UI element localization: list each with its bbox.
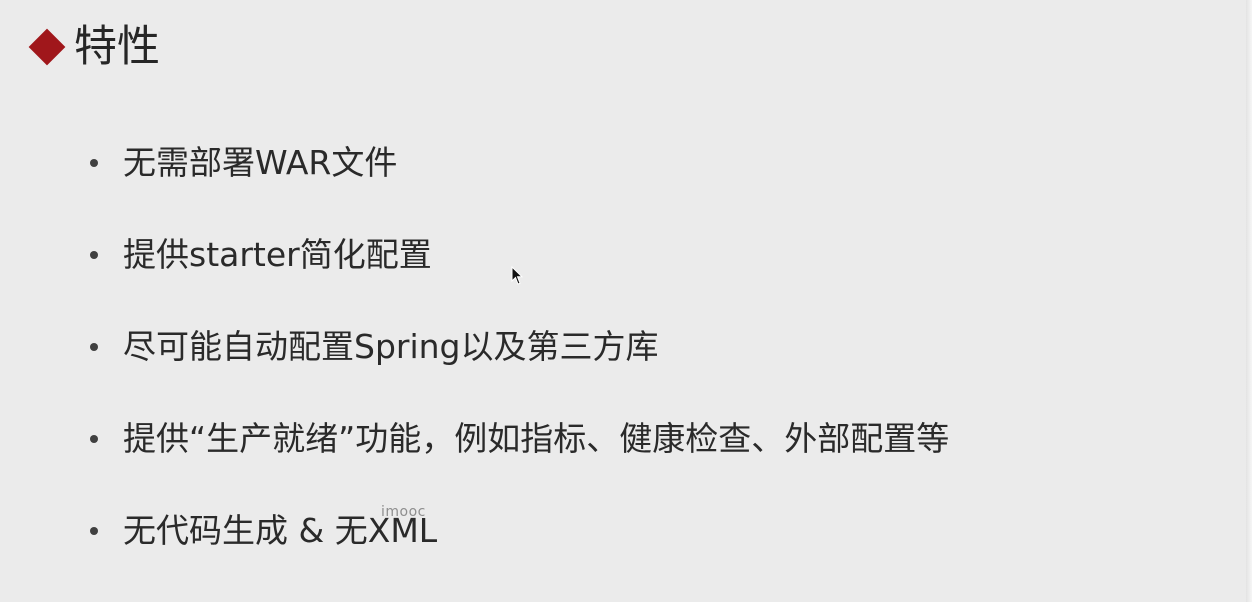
bullet-item: 提供“生产就绪”功能，例如指标、健康检查、外部配置等 [90, 416, 949, 508]
bullet-dot-icon [90, 251, 98, 259]
bullet-text: 尽可能自动配置Spring以及第三方库 [123, 327, 659, 366]
bullet-item: 无代码生成 & 无XML [90, 508, 949, 600]
bullet-dot-icon [90, 159, 98, 167]
bullet-text: 提供starter简化配置 [123, 235, 432, 274]
slide-edge [1246, 0, 1252, 602]
bullet-dot-icon [90, 343, 98, 351]
bullet-item: 无需部署WAR文件 [90, 140, 949, 232]
bullet-dot-icon [90, 435, 98, 443]
mouse-pointer-icon [511, 266, 523, 285]
bullet-text: 提供“生产就绪”功能，例如指标、健康检查、外部配置等 [123, 419, 950, 458]
bullet-text: 无需部署WAR文件 [123, 143, 398, 182]
bullet-dot-icon [90, 527, 98, 535]
slide-header: 特性 [28, 22, 160, 72]
watermark: imooc [381, 504, 426, 520]
slide: 特性 无需部署WAR文件 提供starter简化配置 尽可能自动配置Spring… [0, 0, 1252, 602]
slide-title: 特性 [74, 22, 160, 72]
bullet-item: 尽可能自动配置Spring以及第三方库 [90, 324, 949, 416]
diamond-icon [28, 28, 66, 66]
bullet-list: 无需部署WAR文件 提供starter简化配置 尽可能自动配置Spring以及第… [90, 140, 949, 600]
